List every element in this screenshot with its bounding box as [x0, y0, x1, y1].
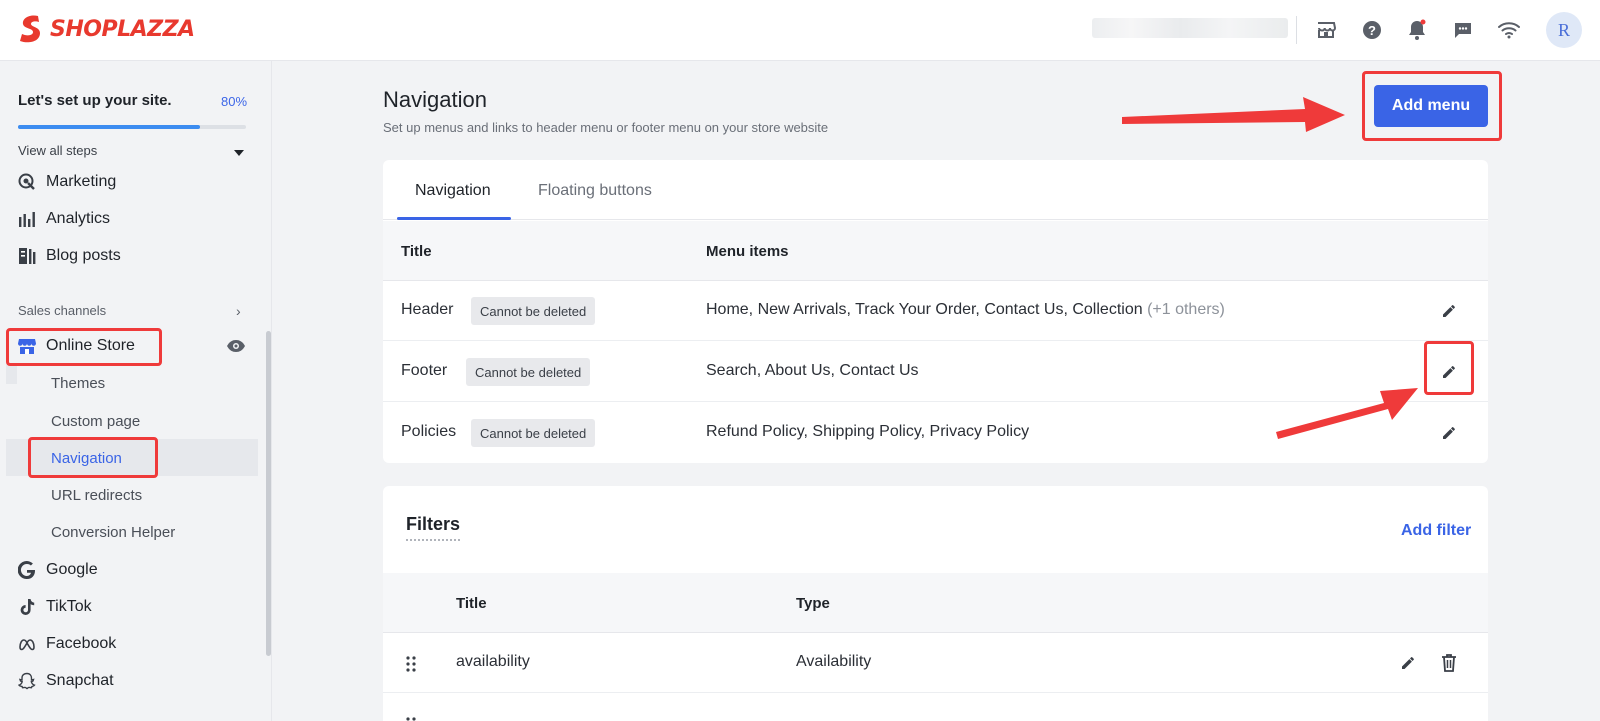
blurred-store-name: [1092, 18, 1288, 38]
sidebar-item-snapchat[interactable]: Snapchat: [18, 672, 114, 690]
column-header-title: Title: [456, 595, 487, 612]
status-badge: Cannot be deleted: [466, 358, 591, 386]
sidebar-item-blog-posts[interactable]: Blog posts: [18, 247, 121, 265]
marketing-icon: [18, 173, 35, 190]
chat-icon[interactable]: [1451, 18, 1475, 42]
drag-handle-icon[interactable]: [405, 716, 417, 721]
active-tab-indicator: [397, 217, 511, 220]
menu-items-list: Search, About Us, Contact Us: [706, 362, 919, 379]
snapchat-icon: [18, 672, 36, 690]
tiktok-icon: [20, 599, 35, 615]
setup-progress-fill: [18, 125, 201, 129]
table-row[interactable]: availability Availability: [383, 633, 1488, 693]
annotation-box-online-store: [6, 328, 162, 366]
chevron-right-icon[interactable]: ›: [236, 303, 241, 319]
store-icon[interactable]: [1314, 18, 1338, 42]
menu-items-list: Refund Policy, Shipping Policy, Privacy …: [706, 423, 1030, 440]
annotation-box-navigation: [28, 437, 158, 478]
sidebar-item-marketing[interactable]: Marketing: [18, 173, 116, 191]
sidebar-item-tiktok[interactable]: TikTok: [18, 598, 92, 616]
bell-icon[interactable]: [1405, 18, 1429, 42]
table-row[interactable]: Header Cannot be deleted Home, New Arriv…: [383, 281, 1488, 341]
edit-icon[interactable]: [1437, 421, 1461, 445]
status-badge: Cannot be deleted: [471, 419, 596, 447]
table-row[interactable]: Policies Cannot be deleted Refund Policy…: [383, 403, 1488, 463]
sidebar-item-label: Marketing: [46, 173, 117, 190]
shoplazza-logo[interactable]: SHOPLAZZA: [18, 14, 195, 44]
sidebar-item-analytics[interactable]: Analytics: [18, 210, 110, 228]
svg-text:?: ?: [1368, 23, 1376, 38]
active-marker: [6, 364, 17, 384]
sidebar-scrollbar[interactable]: [266, 166, 271, 666]
sidebar-item-label: Google: [46, 561, 98, 578]
menu-items-extra: (+1 others): [1147, 301, 1225, 318]
table-row[interactable]: Footer Cannot be deleted Search, About U…: [383, 342, 1488, 402]
divider: [1296, 16, 1297, 44]
sidebar-item-google[interactable]: Google: [18, 561, 98, 579]
filters-card: Filters Add filter Title Type availabili…: [383, 486, 1488, 721]
avatar[interactable]: R: [1546, 12, 1582, 48]
setup-percent: 80%: [221, 94, 248, 109]
help-icon[interactable]: ?: [1360, 18, 1384, 42]
menu-title: Header: [401, 301, 454, 318]
status-badge: Cannot be deleted: [471, 297, 596, 325]
column-header-menu-items: Menu items: [706, 243, 789, 260]
top-bar: SHOPLAZZA ? R: [0, 0, 1600, 61]
setup-progress-bar: [18, 125, 246, 129]
eye-icon[interactable]: [226, 339, 246, 358]
sidebar-item-label: TikTok: [46, 598, 92, 615]
brand-name: SHOPLAZZA: [50, 16, 195, 42]
page-description: Set up menus and links to header menu or…: [383, 120, 829, 135]
page-title: Navigation: [383, 87, 487, 112]
menu-card: Navigation Floating buttons Title Menu i…: [383, 160, 1488, 463]
menu-items-text: Home, New Arrivals, Track Your Order, Co…: [706, 301, 1225, 319]
delete-icon[interactable]: [1437, 651, 1461, 675]
tab-floating-buttons[interactable]: Floating buttons: [538, 182, 652, 200]
table-row[interactable]: [383, 694, 1488, 721]
edit-icon[interactable]: [1396, 651, 1420, 675]
table-header: Title Menu items: [383, 221, 1488, 281]
tab-bar: Navigation Floating buttons: [383, 160, 1488, 220]
scrollbar-thumb[interactable]: [266, 331, 271, 656]
analytics-icon: [19, 212, 35, 227]
annotation-box-footer-edit: [1424, 341, 1474, 395]
tab-navigation[interactable]: Navigation: [415, 182, 491, 200]
sidebar-subitem-conversion-helper[interactable]: Conversion Helper: [51, 524, 175, 541]
filter-title: availability: [456, 653, 530, 670]
menu-items-list: Home, New Arrivals, Track Your Order, Co…: [706, 301, 1143, 318]
table-header: Title Type: [383, 573, 1488, 633]
column-header-type: Type: [796, 595, 830, 612]
sidebar-item-label: Facebook: [46, 635, 117, 652]
blog-icon: [19, 248, 36, 264]
sidebar-item-label: Blog posts: [46, 247, 121, 264]
view-all-steps[interactable]: View all steps: [18, 143, 97, 158]
column-header-title: Title: [401, 243, 432, 260]
menu-title: Policies: [401, 423, 457, 440]
meta-icon: [19, 639, 35, 651]
drag-handle-icon[interactable]: [405, 655, 417, 673]
sidebar-item-facebook[interactable]: Facebook: [18, 635, 116, 653]
annotation-box-add-menu: [1362, 71, 1502, 141]
filter-type: Availability: [796, 653, 872, 670]
sidebar-item-label: Analytics: [46, 210, 111, 227]
google-icon: [18, 561, 35, 579]
menu-title: Footer: [401, 362, 448, 379]
annotation-arrow-add-menu: [1122, 97, 1345, 132]
add-filter-button[interactable]: Add filter: [1401, 522, 1471, 540]
sidebar-subitem-themes[interactable]: Themes: [51, 375, 105, 392]
wifi-icon[interactable]: [1497, 18, 1521, 42]
caret-down-icon[interactable]: [234, 150, 244, 156]
filters-title: Filters: [406, 514, 461, 541]
sidebar-subitem-url-redirects[interactable]: URL redirects: [51, 487, 142, 504]
sidebar-subitem-custom-page[interactable]: Custom page: [51, 413, 140, 430]
sales-channels-label[interactable]: Sales channels: [18, 303, 106, 318]
sidebar: Let's set up your site. 80% View all ste…: [0, 61, 272, 721]
setup-title: Let's set up your site.: [18, 92, 172, 109]
sidebar-item-label: Snapchat: [46, 672, 114, 689]
shoplazza-logo-icon: [20, 15, 40, 43]
edit-icon[interactable]: [1437, 299, 1461, 323]
